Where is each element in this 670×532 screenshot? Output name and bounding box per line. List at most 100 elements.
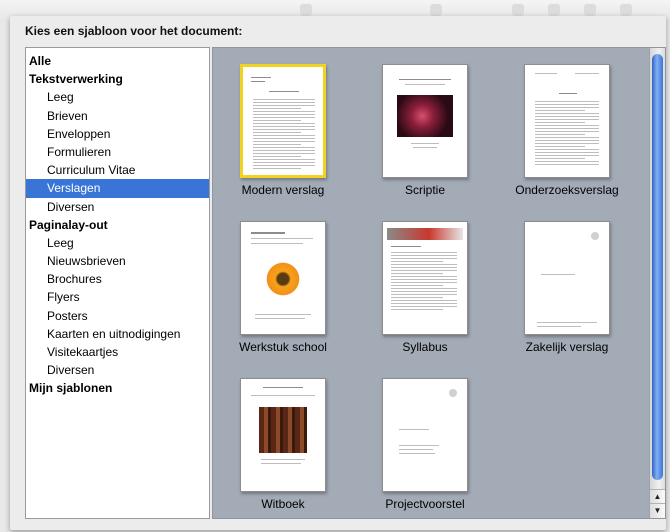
category-item[interactable]: Posters (26, 307, 209, 325)
thumb-text-line (391, 270, 457, 271)
category-item[interactable]: Brochures (26, 270, 209, 288)
thumb-text-line (255, 314, 311, 315)
category-item[interactable]: Brieven (26, 107, 209, 125)
thumb-text-line (535, 116, 599, 117)
thumb-text-line (391, 273, 443, 274)
template-thumbnail[interactable] (524, 64, 610, 178)
thumb-text-line (535, 158, 585, 159)
toolbar-icon (512, 4, 524, 16)
template-item[interactable]: Projectvoorstel (365, 378, 485, 511)
template-thumbnail[interactable] (382, 378, 468, 492)
thumb-text-line (535, 73, 557, 74)
thumb-text-line (255, 318, 305, 319)
template-chooser-sheet: Kies een sjabloon voor het document: All… (10, 16, 666, 530)
template-name: Onderzoeksverslag (515, 183, 619, 197)
thumb-text-line (399, 79, 451, 80)
template-item[interactable]: Zakelijk verslag (507, 221, 627, 354)
category-item[interactable]: Tekstverwerking (26, 70, 209, 88)
thumb-text-line (253, 153, 315, 154)
thumb-text-line (253, 102, 315, 103)
thumb-text-line (253, 132, 301, 133)
thumb-text-line (535, 131, 599, 132)
template-name: Witboek (261, 497, 305, 511)
category-item[interactable]: Enveloppen (26, 125, 209, 143)
category-item[interactable]: Diversen (26, 198, 209, 216)
category-item[interactable]: Formulieren (26, 143, 209, 161)
thumb-image-flower (258, 254, 308, 304)
thumb-text-line (269, 91, 299, 92)
thumb-text-line (251, 238, 313, 239)
category-item[interactable]: Verslagen (26, 179, 209, 198)
thumb-text-line (253, 105, 315, 106)
category-item[interactable]: Visitekaartjes (26, 343, 209, 361)
thumb-text-line (253, 168, 301, 169)
template-item[interactable]: Witboek (223, 378, 343, 511)
thumb-text-line (263, 387, 303, 388)
template-item[interactable]: Modern verslag (223, 64, 343, 197)
template-thumbnail[interactable] (382, 64, 468, 178)
thumb-text-line (535, 146, 585, 147)
thumb-text-line (399, 445, 439, 446)
template-name: Scriptie (404, 183, 445, 197)
thumb-text-line (537, 326, 581, 327)
thumb-text-line (253, 135, 315, 136)
thumb-text-line (535, 113, 599, 114)
thumb-text-line (535, 137, 599, 138)
template-item[interactable]: Onderzoeksverslag (507, 64, 627, 197)
template-thumbnail[interactable] (240, 378, 326, 492)
category-item[interactable]: Paginalay-out (26, 216, 209, 234)
thumb-text-line (535, 143, 599, 144)
thumb-text-line (391, 276, 457, 277)
thumb-text-line (253, 156, 301, 157)
thumb-text-line (391, 297, 443, 298)
toolbar-icon (300, 4, 312, 16)
scrollbar-thumb[interactable] (652, 54, 663, 480)
category-item[interactable]: Mijn sjablonen (26, 379, 209, 397)
thumb-text-line (535, 128, 599, 129)
template-gallery[interactable]: ▲ ▼ Modern verslag Scriptie Onderzoeksvers… (212, 47, 666, 519)
category-item[interactable]: Leeg (26, 88, 209, 106)
template-item[interactable]: Syllabus (365, 221, 485, 354)
template-thumbnail[interactable] (240, 221, 326, 335)
thumb-text-line (535, 125, 599, 126)
thumb-text-line (253, 150, 315, 151)
template-item[interactable]: Werkstuk school (223, 221, 343, 354)
category-item[interactable]: Leeg (26, 234, 209, 252)
thumb-text-line (253, 114, 315, 115)
thumb-text-line (535, 149, 599, 150)
thumb-text-line (391, 264, 457, 265)
thumb-text-line (391, 294, 457, 295)
thumb-text-line (535, 164, 599, 165)
template-name: Projectvoorstel (385, 497, 465, 511)
template-thumbnail[interactable] (524, 221, 610, 335)
scroll-down-arrow-icon[interactable]: ▼ (650, 503, 665, 518)
category-item[interactable]: Kaarten en uitnodigingen (26, 325, 209, 343)
thumb-text-line (391, 309, 443, 310)
template-name: Syllabus (402, 340, 448, 354)
thumb-text-line (391, 300, 457, 301)
gallery-scrollbar[interactable]: ▲ ▼ (649, 48, 665, 518)
thumb-text-line (535, 104, 599, 105)
category-item[interactable]: Diversen (26, 361, 209, 379)
thumb-text-line (253, 123, 315, 124)
template-thumbnail[interactable] (240, 64, 326, 178)
category-item[interactable]: Alle (26, 52, 209, 70)
thumb-text-line (391, 282, 457, 283)
toolbar-icon (548, 4, 560, 16)
toolbar-icon (430, 4, 442, 16)
thumb-text-line (253, 129, 315, 130)
thumb-text-line (253, 99, 315, 100)
thumb-text-line (391, 252, 457, 253)
scroll-up-arrow-icon[interactable]: ▲ (650, 489, 665, 504)
template-thumbnail[interactable] (382, 221, 468, 335)
category-item[interactable]: Flyers (26, 288, 209, 306)
category-list[interactable]: Alle Tekstverwerking Leeg Brieven Enveloppen… (25, 47, 210, 519)
category-item[interactable]: Curriculum Vitae (26, 161, 209, 179)
thumb-text-line (399, 453, 435, 454)
thumb-text-line (575, 73, 599, 74)
thumb-text-line (535, 122, 585, 123)
template-item[interactable]: Scriptie (365, 64, 485, 197)
thumb-text-line (251, 81, 265, 82)
thumb-text-line (253, 126, 315, 127)
category-item[interactable]: Nieuwsbrieven (26, 252, 209, 270)
